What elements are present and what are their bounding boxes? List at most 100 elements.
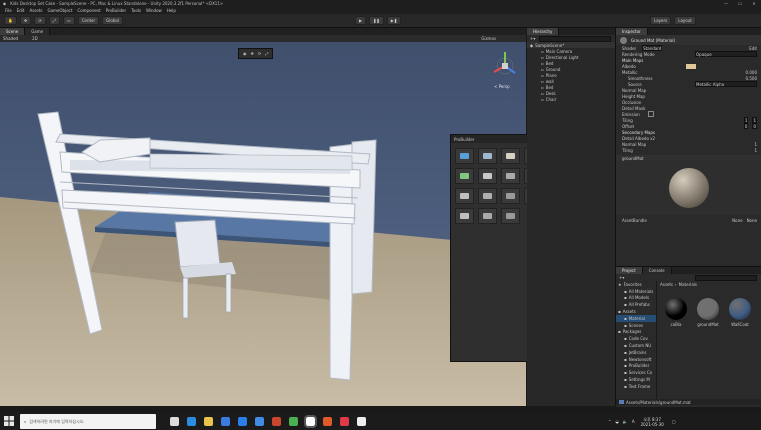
offset-x-field[interactable]: 0 <box>743 123 749 129</box>
project-tree-item[interactable]: ▪ ProBuilder <box>616 363 656 370</box>
close-button[interactable]: ✕ <box>747 1 761 6</box>
mail-icon[interactable] <box>238 417 247 426</box>
hierarchy-search-input[interactable] <box>539 35 611 42</box>
probuilder-tool-button[interactable] <box>478 148 497 164</box>
probuilder-tool-button[interactable] <box>455 208 474 224</box>
menu-gameobject[interactable]: GameObject <box>47 8 72 13</box>
clock[interactable]: 오후 8:37 2021-05-30 <box>641 417 664 427</box>
gizmos-dropdown[interactable]: Gizmos <box>481 36 496 41</box>
music-icon[interactable] <box>340 417 349 426</box>
menu-assets[interactable]: Assets <box>29 8 42 13</box>
project-tree-item[interactable]: ▪ Services Co <box>616 369 656 376</box>
chrome-icon[interactable] <box>289 417 298 426</box>
project-tree-item[interactable]: ▪ Test Frame <box>616 383 656 390</box>
breadcrumb-materials[interactable]: Materials <box>679 282 697 287</box>
network-icon[interactable]: ◒ <box>615 419 619 424</box>
volume-icon[interactable]: 🔈 <box>623 419 628 424</box>
hierarchy-item[interactable]: ▫ Chair <box>527 96 615 102</box>
metallic-value[interactable]: 0.000 <box>746 70 757 75</box>
play-button[interactable]: ▶ <box>355 16 367 25</box>
project-tree-item[interactable]: ▪ All Materials <box>616 288 656 295</box>
menu-edit[interactable]: Edit <box>17 8 25 13</box>
photos-icon[interactable] <box>255 417 264 426</box>
probuilder-tool-button[interactable] <box>501 208 520 224</box>
project-tree-item[interactable]: ★ Favorites <box>616 281 656 288</box>
scale-gizmo-icon[interactable]: ⤢ <box>265 51 268 56</box>
project-tree-item[interactable]: ▪ All Prefabs <box>616 301 656 308</box>
smoothness-value[interactable]: 0.500 <box>746 76 757 81</box>
maximize-button[interactable]: ☐ <box>733 1 747 6</box>
material-asset[interactable]: WallCoat <box>725 298 755 327</box>
tab-scene[interactable]: Scene <box>0 28 26 35</box>
tab-inspector[interactable]: Inspector <box>616 28 648 35</box>
probuilder-tool-button[interactable] <box>478 188 497 204</box>
powerpoint-icon[interactable] <box>272 417 281 426</box>
rotate-tool-button[interactable]: ⟳ <box>34 16 46 25</box>
tab-console[interactable]: Console <box>642 267 672 274</box>
probuilder-tool-button[interactable] <box>478 208 497 224</box>
explorer-icon[interactable] <box>204 417 213 426</box>
scale-tool-button[interactable]: ⤢ <box>48 16 60 25</box>
step-button[interactable]: ▶❚ <box>386 16 402 25</box>
edge-icon[interactable] <box>187 417 196 426</box>
project-tree-item[interactable]: ▪ Code Cov <box>616 335 656 342</box>
assetbundle-dropdown[interactable]: None <box>732 218 742 223</box>
project-tree-item[interactable]: ▪ All Models <box>616 295 656 302</box>
menu-tools[interactable]: Tools <box>131 8 141 13</box>
unity-icon[interactable] <box>304 415 317 428</box>
shading-mode-dropdown[interactable]: Shaded <box>3 36 18 41</box>
menu-probuilder[interactable]: ProBuilder <box>106 8 127 13</box>
project-tree-item[interactable]: ▪ Settings M <box>616 376 656 383</box>
material-asset[interactable]: coBla <box>661 298 691 327</box>
probuilder-tool-button[interactable] <box>455 168 474 184</box>
probuilder-tool-button[interactable] <box>501 188 520 204</box>
menu-help[interactable]: Help <box>167 8 176 13</box>
probuilder-tool-button[interactable] <box>455 148 474 164</box>
project-tree-item[interactable]: ▪ Scenes <box>616 322 656 329</box>
rect-tool-button[interactable]: ▭ <box>62 16 75 25</box>
hand-tool-button[interactable]: ✋ <box>4 16 17 25</box>
pivot-center-button[interactable]: Center <box>77 16 100 25</box>
project-tree-item[interactable]: ▪ Material <box>616 314 656 322</box>
global-local-button[interactable]: Global <box>102 16 123 25</box>
project-tree-item[interactable]: ▪ JetBrains <box>616 349 656 356</box>
task-view-icon[interactable] <box>170 417 179 426</box>
tab-game[interactable]: Game <box>25 28 51 35</box>
probuilder-tool-button[interactable] <box>501 148 520 164</box>
mode-2d-toggle[interactable]: 2D <box>32 36 38 41</box>
probuilder-tool-button[interactable] <box>501 168 520 184</box>
view-tool-icon[interactable]: ◉ <box>243 51 247 56</box>
project-tree-item[interactable]: ▪ Assets <box>616 308 656 315</box>
project-tree-item[interactable]: ▪ Custom NU <box>616 342 656 349</box>
rotate-gizmo-icon[interactable]: ⟳ <box>258 51 261 56</box>
project-search-input[interactable] <box>695 274 757 281</box>
notifications-icon[interactable]: ▢ <box>672 419 676 424</box>
menu-file[interactable]: File <box>5 8 12 13</box>
persp-label[interactable]: < Persp <box>494 84 510 89</box>
project-tree-item[interactable]: ▪ Packages <box>616 329 656 336</box>
pause-button[interactable]: ❚❚ <box>369 16 384 25</box>
edit-shader-button[interactable]: Edit <box>749 46 757 51</box>
tab-hierarchy[interactable]: Hierarchy <box>527 28 560 35</box>
breadcrumb-assets[interactable]: Assets <box>660 282 673 287</box>
shader-dropdown[interactable]: Standard <box>642 45 663 51</box>
start-button[interactable] <box>4 416 14 426</box>
rendering-mode-dropdown[interactable]: Opaque <box>695 51 757 57</box>
menu-window[interactable]: Window <box>146 8 162 13</box>
offset-y-field[interactable]: 0 <box>752 123 757 129</box>
move-gizmo-icon[interactable]: ✥ <box>251 51 254 56</box>
layers-dropdown[interactable]: Layers <box>650 16 672 25</box>
assetbundle-variant-dropdown[interactable]: None <box>747 218 757 223</box>
ime-indicator[interactable]: A <box>632 419 635 424</box>
layout-dropdown[interactable]: Layout <box>674 16 696 25</box>
tray-chevron-icon[interactable]: ⌃ <box>608 419 611 424</box>
scene-view[interactable]: ◉ ✥ ⟳ ⤢ < Persp <box>0 42 526 406</box>
albedo-color-swatch[interactable] <box>685 63 696 69</box>
taskbar-search-box[interactable]: ⌕ 검색하려면 여기에 입력하십시오. <box>20 414 156 429</box>
move-tool-button[interactable]: ✥ <box>19 16 32 25</box>
hierarchy-add-button[interactable]: +▾ <box>530 36 535 41</box>
project-add-button[interactable]: +▾ <box>619 275 624 280</box>
secondary-normal-value[interactable]: 1 <box>754 142 757 147</box>
other-icon[interactable] <box>323 417 332 426</box>
unity-hub-icon[interactable] <box>357 417 366 426</box>
